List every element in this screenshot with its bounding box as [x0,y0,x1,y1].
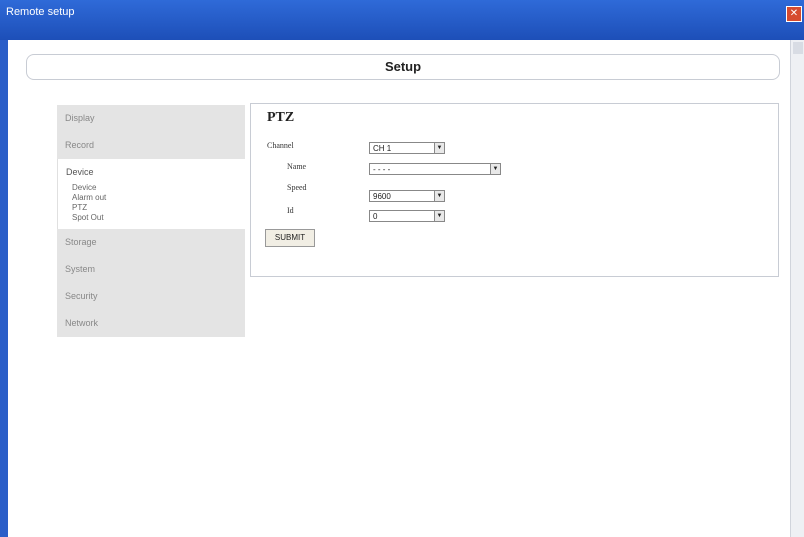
chevron-down-icon[interactable]: ▼ [490,164,500,174]
sidebar-subitem-device[interactable]: Device [66,183,245,193]
sidebar-item-device-label[interactable]: Device [66,167,245,177]
submit-button[interactable]: SUBMIT [265,229,315,247]
sidebar-item-device[interactable]: Device Device Alarm out PTZ Spot Out [57,159,245,229]
chevron-down-icon[interactable]: ▼ [434,211,444,221]
ptz-panel: PTZ Channel CH 1 ▼ Name - - - - ▼ Speed … [250,103,779,277]
id-value: 0 [373,212,378,221]
channel-label: Channel [267,141,294,150]
sidebar-item-security[interactable]: Security [57,283,245,310]
speed-select[interactable]: 9600 ▼ [369,190,445,202]
close-icon[interactable]: ✕ [786,6,802,22]
name-value: - - - - [373,165,391,174]
sidebar-nav: Display Record Device Device Alarm out P… [57,105,245,337]
sidebar-subitem-ptz[interactable]: PTZ [66,203,245,213]
sidebar-item-system[interactable]: System [57,256,245,283]
window-titlebar: Remote setup ✕ [0,0,804,40]
name-select[interactable]: - - - - ▼ [369,163,501,175]
sidebar-subitem-alarm-out[interactable]: Alarm out [66,193,245,203]
sidebar-item-record[interactable]: Record [57,132,245,159]
panel-title: PTZ [267,110,295,125]
speed-label: Speed [287,183,307,192]
id-select[interactable]: 0 ▼ [369,210,445,222]
sidebar-item-display[interactable]: Display [57,105,245,132]
chevron-down-icon[interactable]: ▼ [434,143,444,153]
vertical-scrollbar[interactable] [790,40,804,537]
scrollbar-up-arrow[interactable] [793,42,803,54]
page-title: Setup [26,54,780,80]
sidebar-item-storage[interactable]: Storage [57,229,245,256]
id-label: Id [287,206,294,215]
sidebar-item-network[interactable]: Network [57,310,245,337]
sidebar-subitem-spot-out[interactable]: Spot Out [66,213,245,223]
name-label: Name [287,162,307,171]
channel-value: CH 1 [373,144,392,153]
chevron-down-icon[interactable]: ▼ [434,191,444,201]
speed-value: 9600 [373,192,391,201]
window-title: Remote setup [6,6,75,18]
channel-select[interactable]: CH 1 ▼ [369,142,445,154]
